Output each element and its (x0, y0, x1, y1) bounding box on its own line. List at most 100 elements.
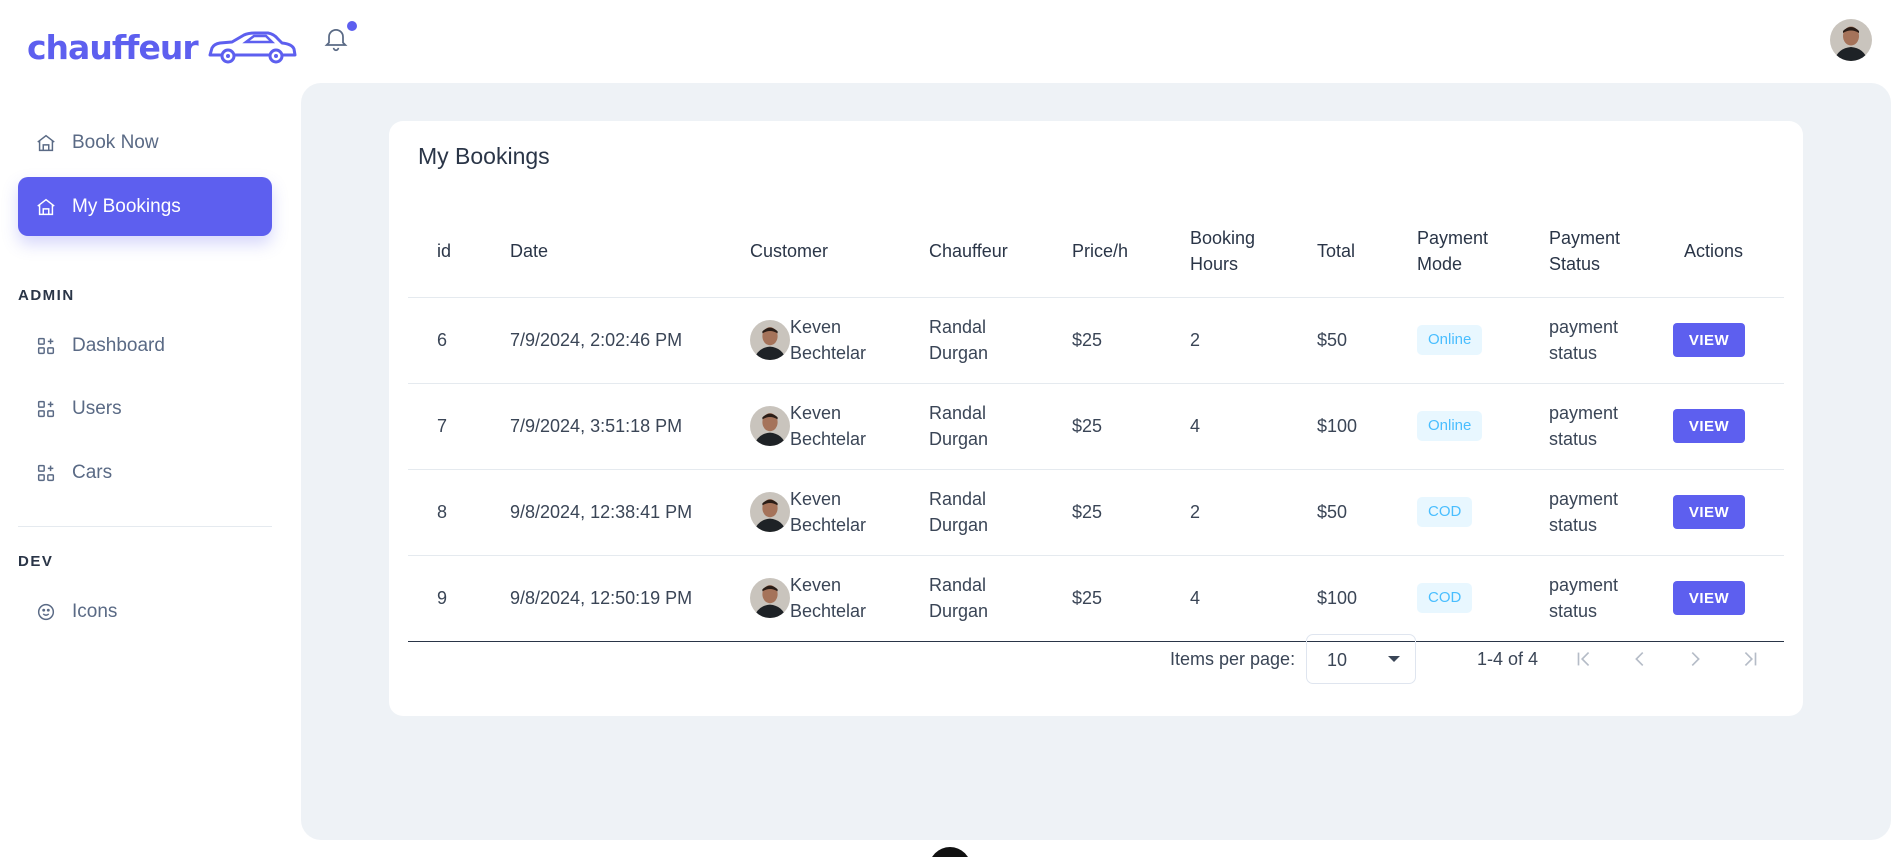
cell-total: $100 (1288, 555, 1388, 642)
sidebar-item-users[interactable]: Users (18, 379, 272, 438)
brand-logo[interactable]: chauffeur (27, 28, 298, 67)
avatar (750, 320, 790, 360)
cell-customer: Keven Bechtelar (721, 297, 900, 384)
apps-plus-icon (34, 461, 58, 485)
car-icon (208, 31, 297, 63)
table-row: 8 9/8/2024, 12:38:41 PM Keven Bechtelar Ran… (408, 469, 1784, 556)
cell-id: 9 (408, 555, 481, 642)
cell-id: 6 (408, 297, 481, 384)
chauffeur-name: Randal Durgan (929, 489, 989, 535)
sidebar-item-icons[interactable]: Icons (18, 582, 272, 641)
chauffeur-name: Randal Durgan (929, 575, 989, 621)
cell-payment-mode: COD (1388, 555, 1520, 642)
profile-avatar[interactable] (1830, 19, 1872, 61)
sidebar-item-label: Book Now (72, 131, 159, 153)
last-page-icon (1744, 651, 1757, 667)
chauffeur-name: Randal Durgan (929, 403, 989, 449)
booking-hours-label: Booking Hours (1190, 227, 1256, 274)
cell-chauffeur: Randal Durgan (900, 297, 1043, 384)
sidebar-item-label: Cars (72, 461, 113, 483)
previous-page-button[interactable] (1626, 645, 1654, 673)
cell-id: 7 (408, 383, 481, 470)
cell-payment-mode: COD (1388, 469, 1520, 556)
column-header-booking-hours[interactable]: Booking Hours (1161, 205, 1288, 298)
customer-name: Keven Bechtelar (790, 575, 867, 621)
cell-payment-status: payment status (1520, 469, 1655, 556)
items-per-page-value: 10 (1327, 650, 1348, 670)
payment-status-text: payment status (1549, 403, 1619, 449)
cell-payment-status: payment status (1520, 555, 1655, 642)
customer-name: Keven Bechtelar (790, 403, 867, 449)
section-heading-dev: DEV (18, 553, 54, 570)
avatar (750, 406, 790, 446)
cell-total: $50 (1288, 297, 1388, 384)
section-heading-admin: ADMIN (18, 287, 75, 304)
cell-hours: 2 (1161, 297, 1288, 384)
column-header-price[interactable]: Price/h (1043, 205, 1161, 298)
avatar (750, 578, 790, 618)
caret-down-icon (1388, 656, 1400, 662)
home-icon (34, 131, 58, 155)
items-per-page-select[interactable]: 10 (1306, 634, 1416, 684)
cell-actions: VIEW (1655, 469, 1784, 556)
cell-hours: 4 (1161, 555, 1288, 642)
cell-price: $25 (1043, 297, 1161, 384)
cell-price: $25 (1043, 555, 1161, 642)
apps-plus-icon (34, 334, 58, 358)
customer-name: Keven Bechtelar (790, 489, 867, 535)
payment-status-text: payment status (1549, 575, 1619, 621)
view-button[interactable]: VIEW (1673, 495, 1745, 529)
sidebar-item-dashboard[interactable]: Dashboard (18, 316, 272, 375)
payment-status-text: payment status (1549, 489, 1619, 535)
bookings-table: id Date Customer Chauffeur Price/h Booki… (408, 205, 1784, 642)
payment-status-label: Payment Status (1549, 227, 1621, 274)
column-header-total[interactable]: Total (1288, 205, 1388, 298)
cell-payment-status: payment status (1520, 383, 1655, 470)
cell-date: 9/8/2024, 12:50:19 PM (481, 555, 721, 642)
view-button[interactable]: VIEW (1673, 323, 1745, 357)
next-page-button[interactable] (1681, 645, 1709, 673)
first-page-button[interactable] (1570, 645, 1598, 673)
sidebar-item-my-bookings[interactable]: My Bookings (18, 177, 272, 236)
payment-mode-badge: COD (1417, 583, 1473, 613)
column-header-date[interactable]: Date (481, 205, 721, 298)
sidebar-item-label: Icons (72, 600, 118, 622)
column-header-payment-status[interactable]: Payment Status (1520, 205, 1655, 298)
payment-mode-badge: Online (1417, 411, 1483, 441)
sidebar-item-label: My Bookings (72, 195, 181, 217)
table-header-row: id Date Customer Chauffeur Price/h Booki… (408, 205, 1784, 298)
last-page-button[interactable] (1736, 645, 1764, 673)
chevron-right-icon (1691, 651, 1700, 667)
cell-chauffeur: Randal Durgan (900, 383, 1043, 470)
sidebar-item-book-now[interactable]: Book Now (18, 113, 272, 172)
sidebar: chauffeur Book Now My Bookings ADMIN Das… (0, 0, 297, 857)
cell-payment-status: payment status (1520, 297, 1655, 384)
cell-actions: VIEW (1655, 555, 1784, 642)
payment-mode-badge: COD (1417, 497, 1473, 527)
column-header-payment-mode[interactable]: Payment Mode (1388, 205, 1520, 298)
cell-hours: 4 (1161, 383, 1288, 470)
view-button[interactable]: VIEW (1673, 581, 1745, 615)
view-button[interactable]: VIEW (1673, 409, 1745, 443)
brand-name: chauffeur (27, 28, 199, 67)
chevron-left-icon (1635, 651, 1644, 667)
payment-mode-label: Payment Mode (1417, 227, 1489, 274)
floating-button[interactable] (929, 847, 971, 857)
column-header-customer[interactable]: Customer (721, 205, 900, 298)
cell-customer: Keven Bechtelar (721, 555, 900, 642)
cell-price: $25 (1043, 469, 1161, 556)
bookings-card: My Bookings id Date Customer Chauffeur P… (389, 121, 1803, 716)
payment-mode-badge: Online (1417, 325, 1483, 355)
cell-actions: VIEW (1655, 297, 1784, 384)
sidebar-item-cars[interactable]: Cars (18, 443, 272, 502)
sidebar-item-label: Users (72, 397, 122, 419)
column-header-chauffeur[interactable]: Chauffeur (900, 205, 1043, 298)
table-row: 7 7/9/2024, 3:51:18 PM Keven Bechtelar Rand… (408, 383, 1784, 470)
chauffeur-name: Randal Durgan (929, 317, 989, 363)
apps-plus-icon (34, 397, 58, 421)
home-icon (34, 195, 58, 219)
page-range-label: 1-4 of 4 (1477, 649, 1539, 669)
sidebar-divider (18, 526, 272, 527)
table-row: 9 9/8/2024, 12:50:19 PM Keven Bechtelar Ran… (408, 555, 1784, 642)
column-header-id[interactable]: id (408, 205, 481, 298)
